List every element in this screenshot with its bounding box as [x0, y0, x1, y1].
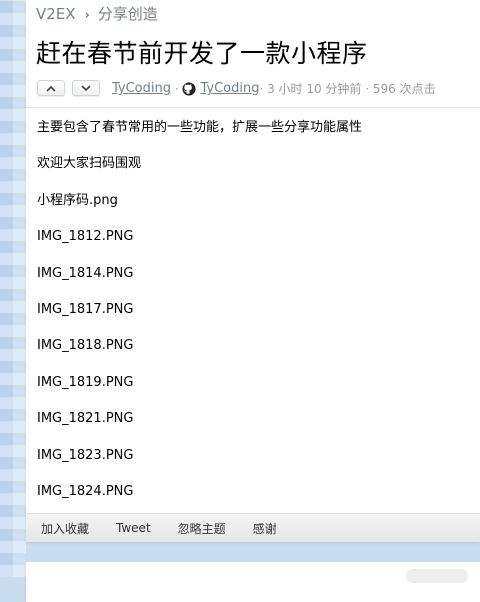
attachment-link[interactable]: IMG_1819.PNG	[37, 372, 467, 408]
topic-title: 赶在春节前开发了一款小程序	[36, 39, 368, 68]
content-line: 主要包含了春节常用的一些功能，扩展一些分享功能属性	[37, 120, 363, 135]
meta-dot: ·	[171, 81, 183, 96]
box-header-pill	[406, 569, 468, 583]
chevron-up-icon	[46, 85, 56, 92]
ignore-topic-button[interactable]: 忽略主题	[178, 520, 226, 537]
attachment-link[interactable]: IMG_1824.PNG	[37, 481, 467, 517]
breadcrumb-node-link[interactable]: 分享创造	[98, 5, 158, 23]
attachment-link[interactable]: IMG_1817.PNG	[37, 299, 467, 335]
upvote-button[interactable]	[37, 80, 65, 96]
page-background	[0, 0, 26, 577]
breadcrumb: V2EX › 分享创造	[36, 3, 158, 24]
vote-controls	[37, 80, 100, 96]
attachment-link[interactable]: IMG_1814.PNG	[37, 263, 467, 299]
topic-meta: TyCoding · TyCoding · 3 小时 10 分钟前 · 596 …	[112, 80, 436, 97]
author-link[interactable]: TyCoding	[112, 81, 171, 96]
tweet-button[interactable]: Tweet	[116, 521, 151, 535]
attachment-link[interactable]: IMG_1812.PNG	[37, 226, 467, 262]
attachment-link[interactable]: 小程序码.png	[37, 190, 467, 226]
topic-content: 主要包含了春节常用的一些功能，扩展一些分享功能属性 欢迎大家扫码围观 小程序码.…	[37, 117, 467, 517]
github-user-link[interactable]: TyCoding	[200, 81, 259, 96]
title-divider	[26, 107, 480, 108]
attachment-link[interactable]: IMG_1823.PNG	[37, 445, 467, 481]
breadcrumb-separator: ›	[84, 8, 90, 23]
chevron-down-icon	[81, 84, 91, 91]
topic-meta-text: · 3 小时 10 分钟前 · 596 次点击	[259, 82, 436, 96]
attachment-link[interactable]: IMG_1818.PNG	[37, 335, 467, 371]
thanks-button[interactable]: 感谢	[253, 520, 277, 537]
downvote-button[interactable]	[72, 80, 100, 96]
topic-footer: 加入收藏 Tweet 忽略主题 感谢	[26, 513, 480, 542]
content-line: 欢迎大家扫码围观	[37, 156, 142, 172]
favorite-button[interactable]: 加入收藏	[41, 520, 89, 537]
breadcrumb-site-link[interactable]: V2EX	[36, 5, 76, 23]
topic-box: V2EX › 分享创造 赶在春节前开发了一款小程序 TyCoding · TyCod…	[26, 0, 480, 542]
attachment-link[interactable]: IMG_1821.PNG	[37, 408, 467, 444]
github-icon[interactable]	[182, 81, 197, 96]
next-box	[26, 562, 480, 602]
